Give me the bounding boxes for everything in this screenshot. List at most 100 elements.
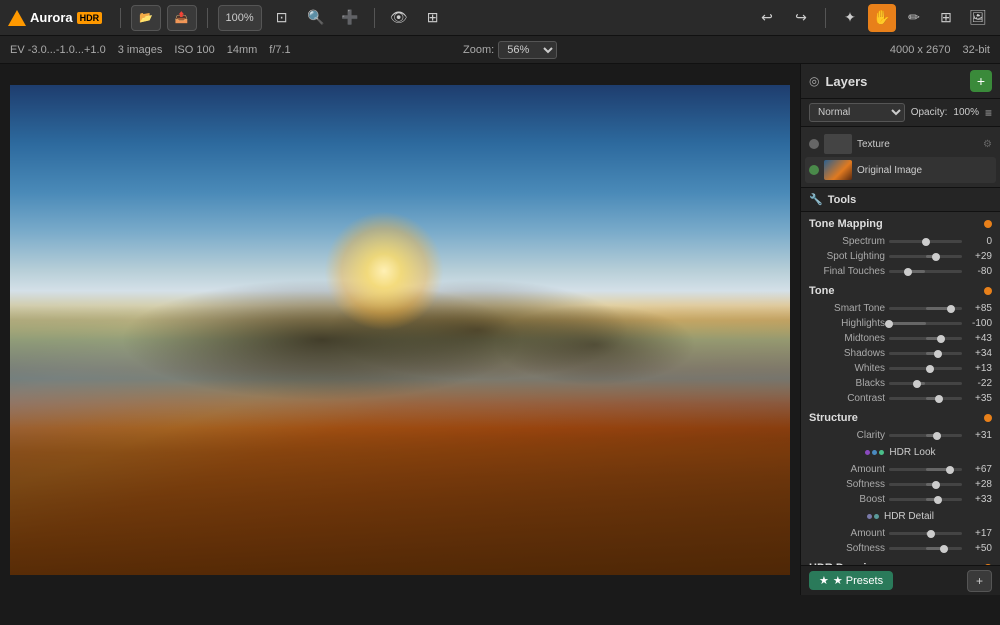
clarity-thumb[interactable]: [933, 432, 941, 440]
image-dimensions: 4000 x 2670: [890, 44, 951, 56]
zoom-select[interactable]: 56% 25% 50% 75% 100%: [498, 41, 557, 59]
contrast-thumb[interactable]: [935, 395, 943, 403]
tone-header[interactable]: Tone: [801, 279, 1000, 301]
redo-button[interactable]: ↪: [787, 4, 815, 32]
layers-list: Texture ⚙ Original Image: [801, 127, 1000, 188]
contrast-track[interactable]: [889, 397, 962, 400]
sun-glow: [324, 211, 444, 331]
fit-window-button[interactable]: ⊡: [268, 4, 296, 32]
final-touches-thumb[interactable]: [904, 268, 912, 276]
right-toolbar-icons: ✦ ✋ ✏ ⊞ 🖼: [836, 4, 992, 32]
hdr-softness-value: +28: [966, 479, 992, 490]
structure-header[interactable]: Structure: [801, 406, 1000, 428]
final-touches-label: Final Touches: [813, 266, 885, 277]
zoom-in-button[interactable]: ➕: [336, 4, 364, 32]
top-toolbar: Aurora HDR 📂 📤 100% ⊡ 🔍 ➕ 👁 ⊞ ↩ ↪ ✦ ✋ ✏ …: [0, 0, 1000, 36]
hdr-amount-track[interactable]: [889, 468, 962, 471]
shadows-track[interactable]: [889, 352, 962, 355]
detail-amount-track[interactable]: [889, 532, 962, 535]
hdr-softness-thumb[interactable]: [932, 481, 940, 489]
ev-info: EV -3.0...-1.0...+1.0: [10, 44, 106, 56]
export-button[interactable]: 📤: [167, 5, 197, 31]
layers-controls: Normal Opacity: 100% ≡: [801, 99, 1000, 127]
hdr-amount-thumb[interactable]: [946, 466, 954, 474]
hdr-badge: HDR: [77, 12, 103, 24]
spot-lighting-track[interactable]: [889, 255, 962, 258]
shadows-thumb[interactable]: [934, 350, 942, 358]
highlights-track[interactable]: [889, 322, 962, 325]
spectrum-value: 0: [966, 236, 992, 247]
hdr-look-title: HDR Look: [889, 447, 935, 458]
presets-button[interactable]: ★ ★ Presets: [809, 571, 893, 590]
whites-thumb[interactable]: [926, 365, 934, 373]
zoom-out-button[interactable]: 🔍: [302, 4, 330, 32]
slider-highlights: Highlights -100: [801, 316, 1000, 331]
hdr-detail-dot-2: [874, 514, 879, 519]
structure-dot: [984, 414, 992, 422]
tone-mapping-header[interactable]: Tone Mapping: [801, 212, 1000, 234]
spot-lighting-value: +29: [966, 251, 992, 262]
detail-softness-thumb[interactable]: [940, 545, 948, 553]
tools-content[interactable]: 🔧 Tools Tone Mapping Spectrum 0: [801, 188, 1000, 565]
layer-item-original[interactable]: Original Image: [805, 157, 996, 183]
final-touches-value: -80: [966, 266, 992, 277]
compare-button[interactable]: ⊞: [419, 4, 447, 32]
open-button[interactable]: 📂: [131, 5, 161, 31]
final-touches-track[interactable]: [889, 270, 962, 273]
canvas-area[interactable]: [0, 64, 800, 595]
add-layer-button[interactable]: +: [970, 70, 992, 92]
midtones-track[interactable]: [889, 337, 962, 340]
blend-mode-select[interactable]: Normal: [809, 103, 905, 122]
undo-button[interactable]: ↩: [753, 4, 781, 32]
layer-settings-icon[interactable]: ⚙: [983, 139, 992, 150]
hdr-boost-value: +33: [966, 494, 992, 505]
smart-tone-value: +85: [966, 303, 992, 314]
highlights-fill: [889, 322, 926, 325]
whites-track[interactable]: [889, 367, 962, 370]
smart-tone-thumb[interactable]: [947, 305, 955, 313]
clarity-track[interactable]: [889, 434, 962, 437]
add-preset-button[interactable]: +: [967, 570, 992, 592]
eye-button[interactable]: 👁: [385, 4, 413, 32]
structure-title: Structure: [809, 412, 858, 424]
midtones-thumb[interactable]: [937, 335, 945, 343]
hdr-boost-thumb[interactable]: [934, 496, 942, 504]
spectrum-thumb[interactable]: [922, 238, 930, 246]
layer-item-texture[interactable]: Texture ⚙: [805, 131, 996, 157]
detail-amount-thumb[interactable]: [927, 530, 935, 538]
magic-button[interactable]: ✦: [836, 4, 864, 32]
layers-menu-button[interactable]: ≡: [985, 106, 992, 120]
tone-dot: [984, 287, 992, 295]
hdr-boost-label: Boost: [813, 494, 885, 505]
shadows-value: +34: [966, 348, 992, 359]
spot-lighting-thumb[interactable]: [932, 253, 940, 261]
panel-title-row: ◎ Layers: [809, 74, 867, 89]
hdr-boost-track[interactable]: [889, 498, 962, 501]
highlights-thumb[interactable]: [885, 320, 893, 328]
slider-clarity: Clarity +31: [801, 428, 1000, 443]
detail-softness-track[interactable]: [889, 547, 962, 550]
layer-visibility-texture: [809, 139, 819, 149]
blacks-thumb[interactable]: [913, 380, 921, 388]
slider-hdr-boost: Boost +33: [801, 492, 1000, 507]
layers-button[interactable]: ⊞: [932, 4, 960, 32]
smart-tone-track[interactable]: [889, 307, 962, 310]
bottom-bar: ★ ★ Presets +: [801, 565, 1000, 595]
hdr-look-header[interactable]: HDR Look: [801, 443, 1000, 462]
blacks-track[interactable]: [889, 382, 962, 385]
zoom-section: Zoom: 56% 25% 50% 75% 100%: [463, 41, 557, 59]
hdr-softness-track[interactable]: [889, 483, 962, 486]
highlights-label: Highlights: [813, 318, 885, 329]
slider-smart-tone: Smart Tone +85: [801, 301, 1000, 316]
hdr-denoise-header[interactable]: HDR Denoise: [801, 556, 1000, 565]
midtones-value: +43: [966, 333, 992, 344]
spectrum-track[interactable]: [889, 240, 962, 243]
hdr-dot-1: [865, 450, 870, 455]
pen-button[interactable]: ✏: [900, 4, 928, 32]
open-icon: 📂: [139, 11, 153, 24]
focal-info: 14mm: [227, 44, 258, 56]
hdr-detail-header[interactable]: HDR Detail: [801, 507, 1000, 526]
photo-button[interactable]: 🖼: [964, 4, 992, 32]
hand-button[interactable]: ✋: [868, 4, 896, 32]
info-bar: EV -3.0...-1.0...+1.0 3 images ISO 100 1…: [0, 36, 1000, 64]
